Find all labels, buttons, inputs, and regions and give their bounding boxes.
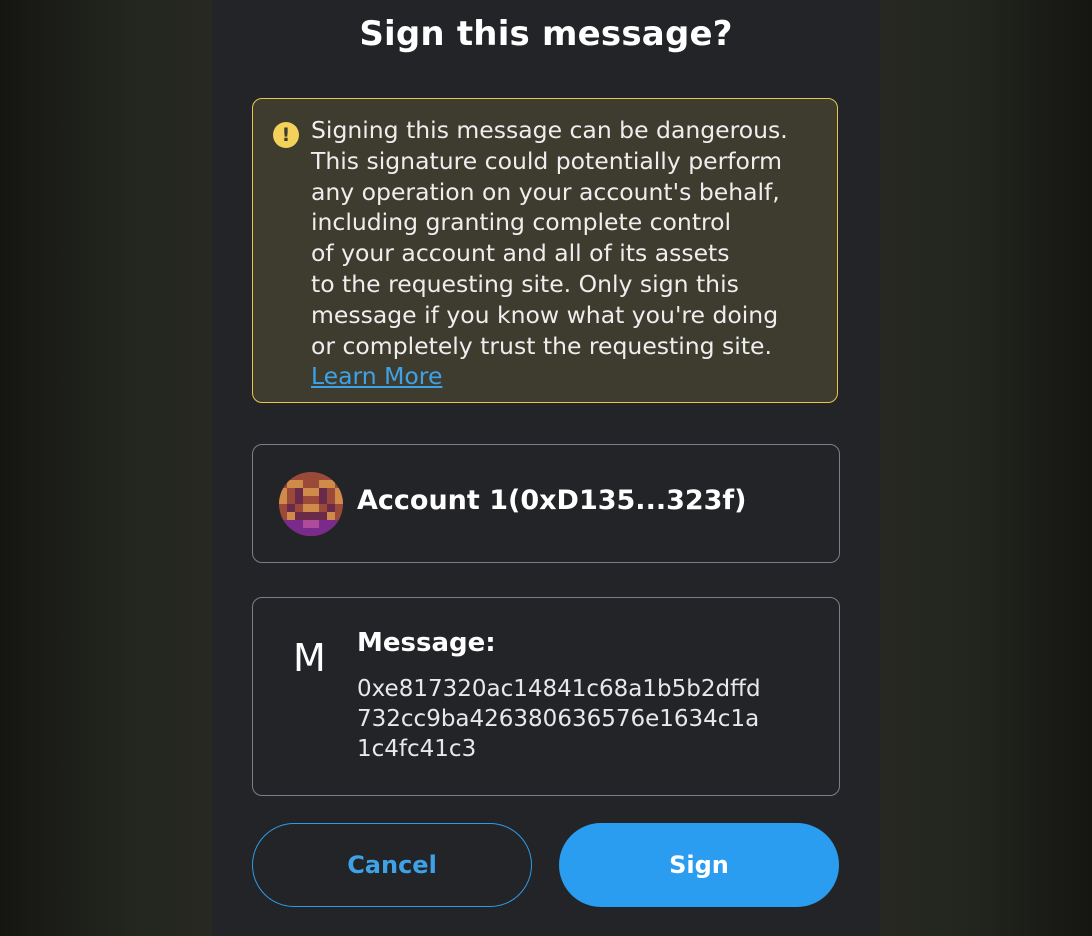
warning-line: any operation on your account's behalf, [311, 177, 780, 206]
message-value: 0xe817320ac14841c68a1b5b2dffd 732cc9ba42… [357, 674, 777, 764]
danger-warning-banner: ! Signing this message can be dangerous.… [252, 98, 838, 403]
sign-button[interactable]: Sign [559, 823, 839, 907]
exclamation-icon: ! [273, 122, 299, 148]
account-avatar-icon [279, 472, 343, 536]
warning-text: Signing this message can be dangerous. T… [311, 115, 821, 392]
warning-line: of your account and all of its assets [311, 239, 730, 268]
warning-line: message if you know what you're doing [311, 300, 779, 329]
cancel-button[interactable]: Cancel [252, 823, 532, 907]
warning-line: including granting complete control [311, 208, 732, 237]
background-left [0, 0, 212, 936]
message-m-icon: M [293, 636, 326, 680]
message-value-line: 732cc9ba426380636576e1634c1a [357, 706, 760, 732]
account-card: Account 1(0xD135...323f) [252, 444, 840, 563]
warning-line: or completely trust the requesting site. [311, 331, 772, 360]
dialog-title: Sign this message? [359, 14, 733, 54]
message-value-line: 0xe817320ac14841c68a1b5b2dffd [357, 676, 761, 702]
warning-line: This signature could potentially perform [311, 146, 783, 175]
warning-line: Signing this message can be dangerous. [311, 116, 788, 144]
message-value-line: 1c4fc41c3 [357, 736, 477, 762]
sign-message-dialog: Sign this message? ! Signing this messag… [212, 0, 880, 936]
learn-more-link[interactable]: Learn More [311, 362, 442, 390]
background-right [880, 0, 1092, 936]
message-label: Message: [357, 628, 496, 658]
warning-line: to the requesting site. Only sign this [311, 269, 739, 298]
message-card: M Message: 0xe817320ac14841c68a1b5b2dffd… [252, 597, 840, 796]
account-name: Account 1(0xD135...323f) [357, 485, 747, 516]
